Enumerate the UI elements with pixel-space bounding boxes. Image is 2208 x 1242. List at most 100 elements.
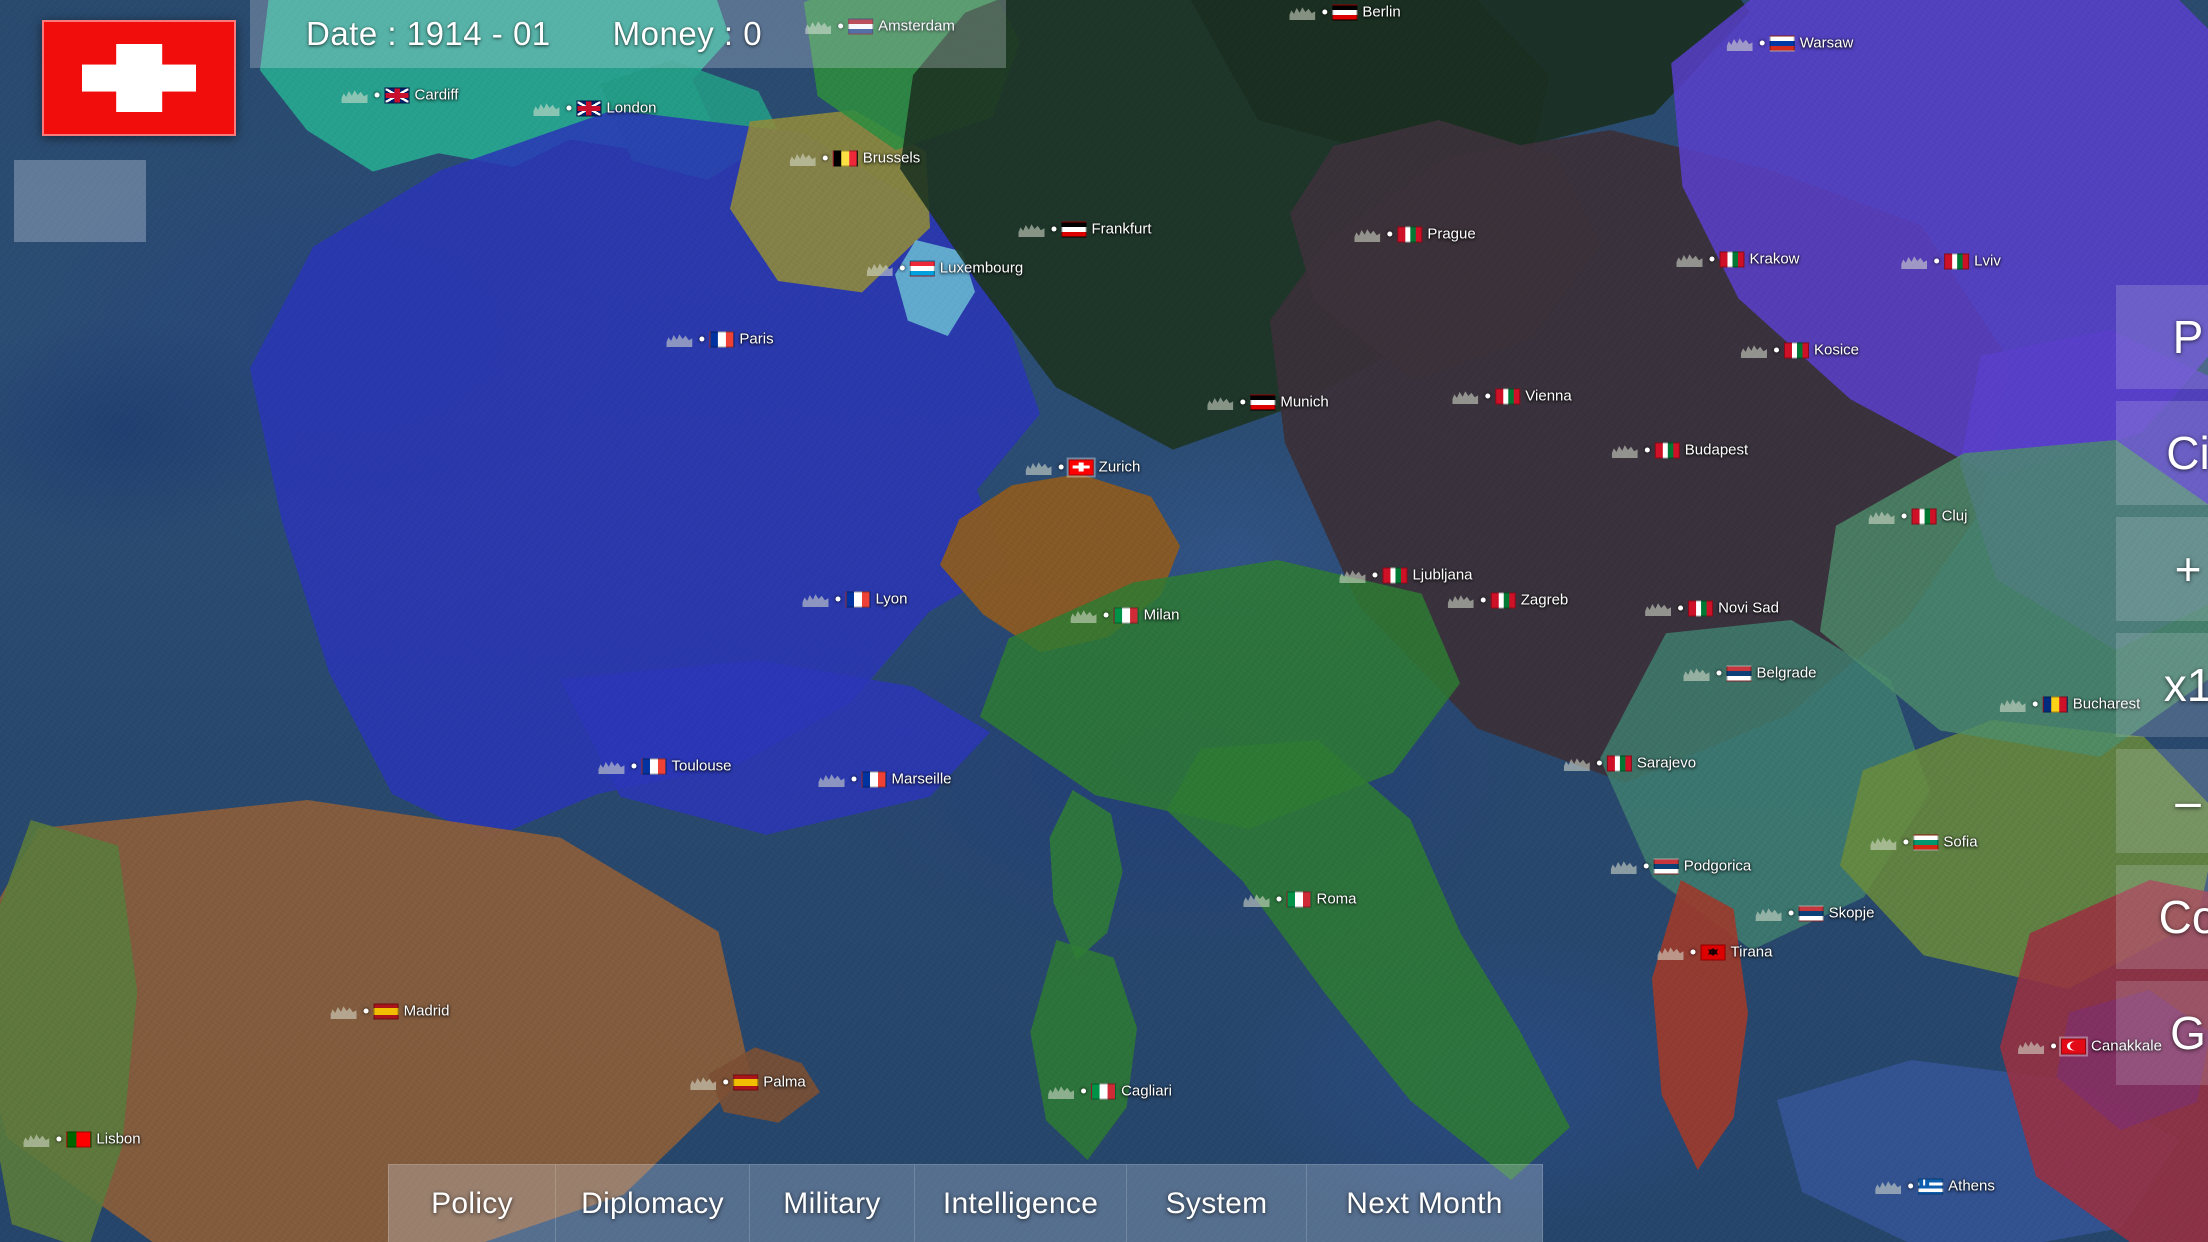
city-marker-lviv[interactable]: Lviv	[1901, 253, 2001, 270]
city-settlement-icon	[789, 153, 816, 166]
city-marker-berlin[interactable]: Berlin	[1289, 4, 1401, 21]
city-marker-skopje[interactable]: Skopje	[1755, 905, 1874, 922]
de-flag-icon	[1061, 221, 1087, 237]
military-button[interactable]: Military	[750, 1164, 915, 1242]
strategy-map[interactable]: Cardiff London Amsterdam Berlin Warsaw Brusse…	[0, 0, 2208, 1242]
system-button[interactable]: System	[1127, 1164, 1307, 1242]
city-settlement-icon	[1289, 7, 1316, 20]
city-label: Vienna	[1525, 387, 1572, 405]
city-marker-athens[interactable]: Athens	[1875, 1178, 1995, 1195]
city-dot-icon	[1908, 1183, 1914, 1189]
city-marker-cluj[interactable]: Cluj	[1868, 508, 1967, 525]
fr-flag-icon	[641, 758, 667, 774]
city-settlement-icon	[1740, 345, 1767, 358]
player-nation-flag[interactable]	[42, 20, 236, 136]
policy-button[interactable]: Policy	[388, 1164, 556, 1242]
city-dot-icon	[2051, 1043, 2057, 1049]
city-settlement-icon	[1025, 462, 1052, 475]
city-marker-belgrade[interactable]: Belgrade	[1683, 665, 1817, 682]
city-marker-prague[interactable]: Prague	[1354, 226, 1476, 243]
city-marker-madrid[interactable]: Madrid	[330, 1003, 449, 1020]
city-marker-paris[interactable]: Paris	[666, 331, 774, 348]
city-marker-brussels[interactable]: Brussels	[789, 149, 921, 167]
ah-flag-icon	[1490, 592, 1516, 608]
sidebar-button-zoom-out[interactable]: –	[2116, 749, 2208, 853]
it-flag-icon	[1113, 607, 1139, 623]
city-label: Brussels	[862, 149, 921, 167]
city-marker-munich[interactable]: Munich	[1207, 394, 1329, 411]
city-marker-ljubljana[interactable]: Ljubljana	[1339, 567, 1473, 584]
city-dot-icon	[1081, 1088, 1087, 1094]
city-dot-icon	[56, 1136, 62, 1142]
city-settlement-icon	[1683, 668, 1710, 681]
city-settlement-icon	[866, 263, 893, 276]
city-marker-milan[interactable]: Milan	[1070, 606, 1180, 624]
city-marker-krakow[interactable]: Krakow	[1676, 251, 1800, 268]
city-label: Sarajevo	[1636, 754, 1697, 772]
city-settlement-icon	[666, 334, 693, 347]
ah-flag-icon	[1606, 755, 1632, 771]
city-marker-tirana[interactable]: Tirana	[1657, 944, 1772, 961]
next-month-button[interactable]: Next Month	[1307, 1164, 1543, 1242]
diplomacy-button[interactable]: Diplomacy	[556, 1164, 750, 1242]
city-marker-zagreb[interactable]: Zagreb	[1447, 591, 1569, 609]
city-settlement-icon	[1447, 595, 1474, 608]
city-marker-luxembourg[interactable]: Luxembourg	[866, 260, 1023, 277]
city-marker-kosice[interactable]: Kosice	[1740, 342, 1859, 359]
city-settlement-icon	[330, 1006, 357, 1019]
city-dot-icon	[899, 265, 905, 271]
city-marker-novi-sad[interactable]: Novi Sad	[1645, 600, 1779, 617]
city-settlement-icon	[1018, 224, 1045, 237]
city-dot-icon	[723, 1079, 729, 1085]
city-marker-budapest[interactable]: Budapest	[1611, 442, 1748, 459]
city-marker-frankfurt[interactable]: Frankfurt	[1018, 221, 1152, 238]
city-dot-icon	[1644, 447, 1650, 453]
city-settlement-icon	[1048, 1086, 1075, 1099]
sidebar-button-speed[interactable]: x1	[2116, 633, 2208, 737]
city-marker-roma[interactable]: Roma	[1243, 891, 1357, 908]
city-settlement-icon	[690, 1077, 717, 1090]
city-marker-podgorica[interactable]: Podgorica	[1610, 858, 1751, 875]
sidebar-button-p[interactable]: P	[2116, 285, 2208, 389]
city-marker-sofia[interactable]: Sofia	[1870, 834, 1978, 851]
gr-flag-icon	[1918, 1178, 1944, 1194]
date-display: Date : 1914 - 01	[306, 15, 551, 52]
ah-flag-icon	[1688, 600, 1714, 616]
city-settlement-icon	[1339, 570, 1366, 583]
city-label: Novi Sad	[1718, 599, 1779, 617]
city-marker-sarajevo[interactable]: Sarajevo	[1563, 754, 1697, 772]
info-panel[interactable]	[14, 160, 146, 242]
city-marker-marseille[interactable]: Marseille	[818, 771, 952, 788]
ro-flag-icon	[2042, 696, 2068, 712]
sidebar-button-g[interactable]: G	[2116, 981, 2208, 1085]
bg-flag-icon	[1913, 834, 1939, 850]
intelligence-button[interactable]: Intelligence	[915, 1164, 1127, 1242]
city-marker-lyon[interactable]: Lyon	[802, 591, 907, 608]
sidebar-button-co-label: Co	[2158, 891, 2208, 943]
city-settlement-icon	[1563, 758, 1590, 771]
city-marker-warsaw[interactable]: Warsaw	[1726, 35, 1853, 52]
city-marker-cardiff[interactable]: Cardiff	[341, 87, 458, 104]
sidebar-button-g-label: G	[2170, 1007, 2206, 1059]
city-marker-vienna[interactable]: Vienna	[1452, 387, 1572, 405]
city-marker-zurich[interactable]: Zurich	[1025, 459, 1140, 476]
city-dot-icon	[1485, 393, 1491, 399]
city-label: Milan	[1143, 606, 1180, 624]
city-settlement-icon	[1354, 229, 1381, 242]
city-dot-icon	[566, 105, 572, 111]
city-marker-palma[interactable]: Palma	[690, 1074, 806, 1091]
city-marker-london[interactable]: London	[533, 100, 657, 117]
city-marker-cagliari[interactable]: Cagliari	[1048, 1083, 1172, 1100]
sidebar-button-co[interactable]: Co	[2116, 865, 2208, 969]
sidebar-button-zoom-in[interactable]: +	[2116, 517, 2208, 621]
city-dot-icon	[2032, 701, 2038, 707]
lu-flag-icon	[909, 260, 935, 276]
city-settlement-icon	[1676, 254, 1703, 267]
city-settlement-icon	[818, 774, 845, 787]
city-marker-toulouse[interactable]: Toulouse	[598, 758, 732, 775]
city-settlement-icon	[341, 90, 368, 103]
city-label: Zagreb	[1520, 591, 1569, 609]
sidebar-button-ci[interactable]: Ci	[2116, 401, 2208, 505]
city-marker-lisbon[interactable]: Lisbon	[23, 1131, 141, 1148]
game-screen: Cardiff London Amsterdam Berlin Warsaw Brusse…	[0, 0, 2208, 1242]
